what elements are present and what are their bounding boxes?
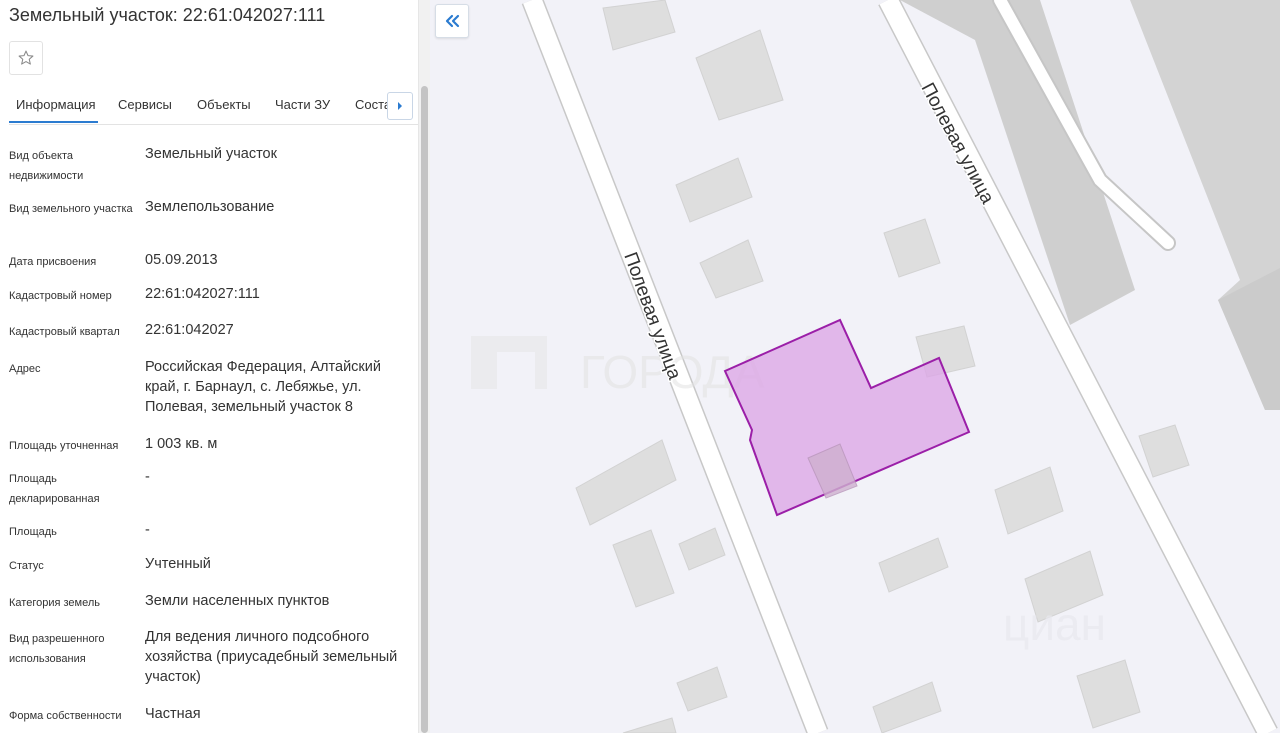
- chevron-right-icon: [398, 102, 402, 110]
- field-value: Земли населенных пунктов: [145, 593, 330, 609]
- map-view[interactable]: ГОРОДА Полевая улица Полевая улица циан: [430, 0, 1280, 733]
- field-value: 22:61:042027:111: [145, 286, 260, 302]
- panel-title: Земельный участок: 22:61:042027:111: [9, 5, 326, 25]
- tabs-scroll-right-button[interactable]: [387, 92, 413, 120]
- field-value: 05.09.2013: [145, 252, 218, 268]
- tab-information[interactable]: Информация: [9, 88, 98, 123]
- tab-label: Части ЗУ: [275, 97, 331, 112]
- tab-label: Сервисы: [118, 97, 172, 112]
- field-label: Кадастровый квартал: [9, 326, 120, 338]
- watermark-text-cian: циан: [1003, 598, 1106, 650]
- field-label: Вид разрешенного использования: [9, 633, 105, 665]
- field-value: Землепользование: [145, 199, 275, 215]
- field-label: Площадь уточненная: [9, 440, 119, 452]
- field-value: 22:61:042027: [145, 322, 234, 338]
- field-label: Площадь: [9, 526, 57, 538]
- field-value: Частная: [145, 706, 201, 722]
- panel-scroll-thumb[interactable]: [421, 86, 428, 733]
- field-value: Российская Федерация, Алтайский край, г.…: [145, 359, 381, 415]
- tab-label: Соста: [355, 97, 392, 112]
- field-label: Вид объекта недвижимости: [9, 150, 84, 182]
- field-label: Статус: [9, 560, 44, 572]
- favorite-button[interactable]: [9, 41, 43, 75]
- tab-label: Объекты: [197, 97, 251, 112]
- gorod-watermark: ГОРОДА: [471, 336, 765, 398]
- watermark-logo-cut: [497, 352, 535, 389]
- field-value: -: [145, 469, 150, 485]
- tab-objects[interactable]: Объекты: [197, 88, 251, 123]
- field-value: Земельный участок: [145, 146, 277, 162]
- field-label: Вид земельного участка: [9, 203, 133, 215]
- field-label: Площадь декларированная: [9, 473, 100, 505]
- field-value: Учтенный: [145, 556, 211, 572]
- cian-watermark: циан: [1003, 598, 1106, 650]
- collapse-panel-button[interactable]: [435, 4, 469, 38]
- tab-services[interactable]: Сервисы: [118, 88, 172, 123]
- star-outline-icon: [18, 50, 34, 65]
- panel-scrollbar[interactable]: [418, 0, 430, 733]
- field-value: 1 003 кв. м: [145, 436, 218, 452]
- double-chevron-left-icon: [445, 14, 460, 28]
- tab-label: Информация: [16, 97, 96, 112]
- map-canvas[interactable]: ГОРОДА Полевая улица Полевая улица циан: [430, 0, 1280, 733]
- field-label: Кадастровый номер: [9, 290, 112, 302]
- field-label: Адрес: [9, 363, 41, 375]
- field-value: Для ведения личного подсобного хозяйства…: [145, 629, 398, 685]
- info-panel: Земельный участок: 22:61:042027:111 Инфо…: [0, 0, 418, 733]
- field-value: -: [145, 522, 150, 538]
- tab-bar: Информация Сервисы Объекты Части ЗУ Сост…: [9, 88, 418, 125]
- field-label: Форма собственности: [9, 710, 122, 722]
- field-label: Дата присвоения: [9, 256, 97, 268]
- tab-parts[interactable]: Части ЗУ: [275, 88, 330, 123]
- tab-composition[interactable]: Соста: [355, 88, 391, 123]
- field-label: Категория земель: [9, 597, 100, 609]
